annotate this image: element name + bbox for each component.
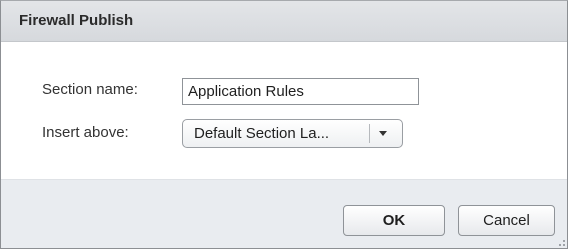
ok-button[interactable]: OK: [343, 205, 445, 236]
dialog-title: Firewall Publish: [19, 12, 134, 29]
resize-grip-icon[interactable]: [556, 237, 566, 247]
cancel-button[interactable]: Cancel: [458, 205, 555, 236]
select-divider: [369, 124, 370, 143]
insert-above-select[interactable]: Default Section La...: [182, 119, 403, 148]
firewall-publish-dialog: Firewall Publish Section name: Insert ab…: [0, 0, 568, 249]
insert-above-selected-value: Default Section La...: [194, 125, 330, 142]
section-name-input[interactable]: [182, 78, 419, 105]
section-name-label: Section name:: [42, 81, 138, 98]
dialog-body: Section name: Insert above: Default Sect…: [1, 42, 567, 179]
chevron-down-icon[interactable]: [379, 131, 387, 136]
insert-above-label: Insert above:: [42, 124, 129, 141]
dialog-titlebar[interactable]: Firewall Publish: [1, 1, 567, 42]
